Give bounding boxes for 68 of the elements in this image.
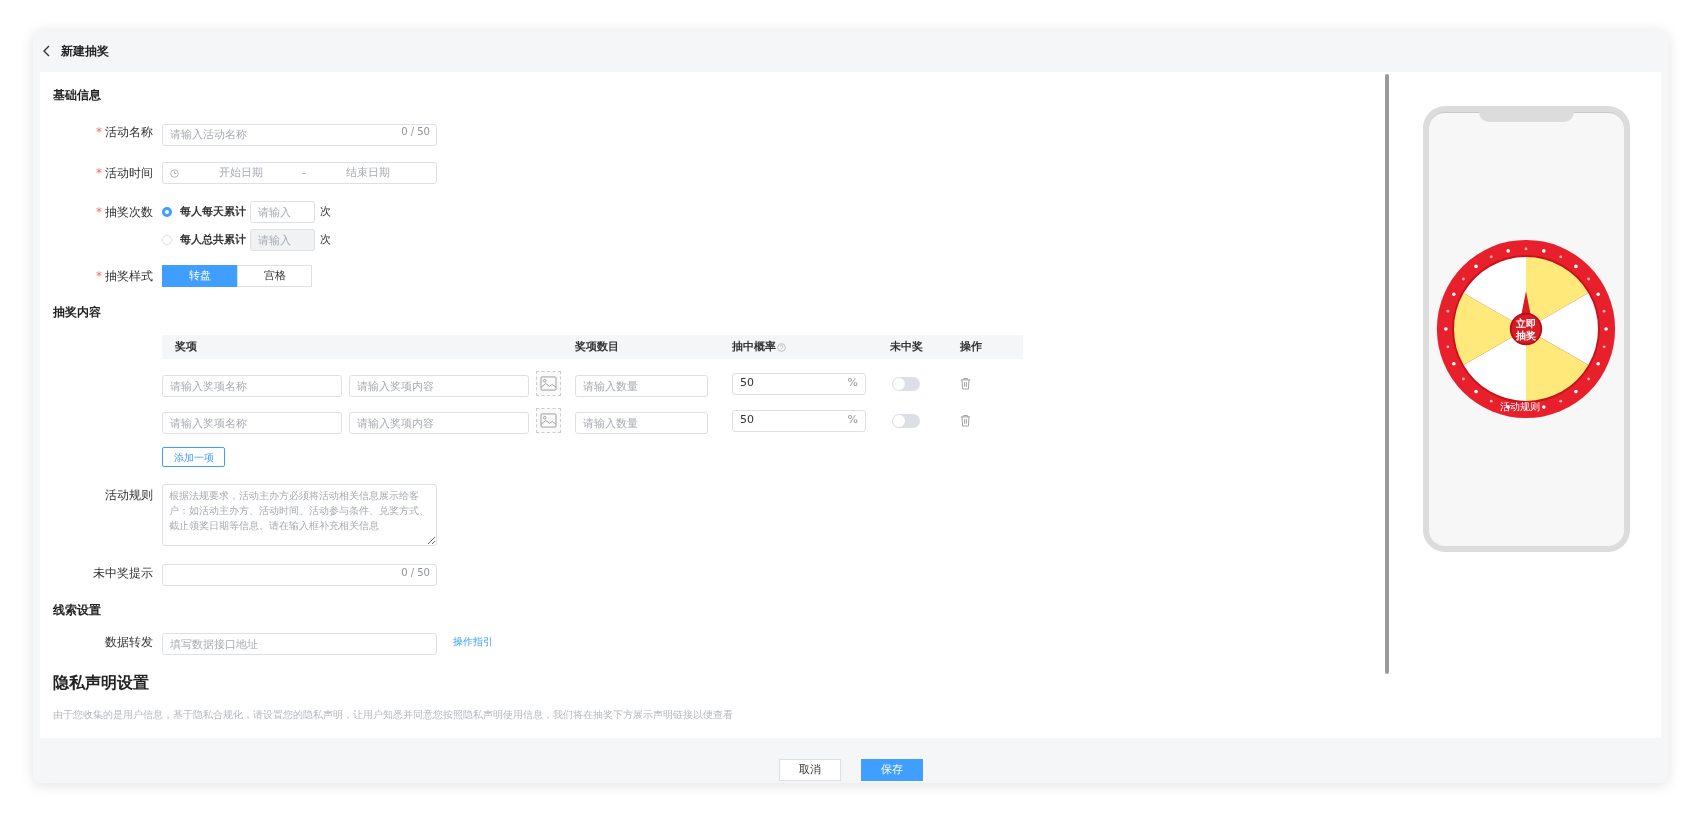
- unit-label: 次: [320, 231, 331, 248]
- input-field[interactable]: [162, 564, 437, 586]
- input-field[interactable]: 请输入奖项名称: [162, 412, 342, 434]
- section-title: 线索设置: [53, 601, 102, 619]
- image-upload[interactable]: [536, 408, 561, 433]
- column-header: 抽中概率: [732, 338, 776, 355]
- required-mark: *: [96, 204, 102, 221]
- toggle-switch[interactable]: [892, 413, 920, 428]
- trash-icon[interactable]: [960, 414, 971, 427]
- save-button[interactable]: 保存: [860, 759, 923, 781]
- field-label: 抽奖样式: [105, 268, 153, 285]
- probability-field[interactable]: 50 %: [732, 409, 866, 432]
- start-draw-label[interactable]: 立即: [1516, 318, 1536, 330]
- image-upload[interactable]: [536, 371, 561, 396]
- section-title: 隐私声明设置: [53, 671, 150, 694]
- guide-link[interactable]: 操作指引: [453, 634, 493, 649]
- input-field[interactable]: 填写数据接口地址: [162, 633, 437, 655]
- help-icon[interactable]: [777, 342, 786, 352]
- field-label: 活动名称: [105, 124, 153, 141]
- probability-value: 50: [740, 412, 755, 429]
- field-label: 活动时间: [105, 165, 153, 182]
- probability-value: 50: [740, 375, 755, 392]
- field-label: 活动规则: [105, 486, 153, 504]
- start-date-placeholder: 开始日期: [217, 164, 264, 181]
- rules-textarea[interactable]: 根据法规要求，活动主办方必须将活动相关信息展示给客户：如活动主办方、活动时间、活动参与条件、兑奖方式、截止领奖日期等信息。请在输入框补充相关信息: [162, 483, 437, 546]
- input-field[interactable]: 请输入奖项内容: [349, 375, 529, 397]
- range-separator: -: [302, 164, 306, 181]
- rules-label[interactable]: 活动规则: [1500, 401, 1540, 413]
- probability-field[interactable]: 50 %: [732, 372, 866, 395]
- required-mark: *: [96, 165, 102, 182]
- input-field[interactable]: 请输入奖项名称: [162, 375, 342, 397]
- input-field[interactable]: 请输入奖项内容: [349, 412, 529, 434]
- radio-button[interactable]: [162, 235, 172, 245]
- field-label: 数据转发: [105, 633, 153, 651]
- char-counter: 0 / 50: [401, 126, 430, 138]
- column-header: 奖项: [174, 338, 198, 355]
- unit-label: 次: [320, 203, 331, 220]
- section-title: 基础信息: [53, 87, 102, 104]
- input-field[interactable]: 请输入数量: [575, 375, 708, 397]
- required-mark: *: [96, 124, 102, 141]
- image-icon: [540, 376, 557, 391]
- section-title: 抽奖内容: [53, 304, 102, 321]
- field-label: 抽奖次数: [105, 204, 153, 221]
- percent-unit: %: [847, 412, 858, 429]
- column-header: 奖项数目: [575, 338, 620, 355]
- percent-unit: %: [847, 375, 858, 392]
- image-icon: [540, 413, 557, 428]
- add-item-button[interactable]: 添加一项: [162, 447, 225, 467]
- cancel-button[interactable]: 取消: [778, 759, 841, 781]
- style-tab[interactable]: 宫格: [237, 265, 312, 287]
- input-field[interactable]: 请输入: [250, 201, 315, 223]
- column-header: 未中奖: [890, 338, 924, 355]
- start-draw-label[interactable]: 抽奖: [1516, 330, 1536, 342]
- required-mark: *: [96, 268, 102, 285]
- toggle-switch[interactable]: [892, 376, 920, 391]
- radio-label: 每人总共累计: [180, 231, 246, 248]
- radio-button[interactable]: [162, 207, 172, 217]
- trash-icon[interactable]: [960, 377, 971, 390]
- clock-icon: [170, 168, 179, 178]
- radio-label: 每人每天累计: [180, 203, 246, 220]
- style-tab[interactable]: 转盘: [162, 265, 237, 287]
- char-counter: 0 / 50: [401, 566, 430, 579]
- end-date-placeholder: 结束日期: [344, 164, 391, 181]
- column-header: 操作: [960, 338, 982, 355]
- input-field[interactable]: 请输入数量: [575, 412, 708, 434]
- page-title: 新建抽奖: [61, 43, 109, 60]
- field-label: 未中奖提示: [93, 564, 153, 582]
- privacy-description: 由于您收集的是用户信息，基于隐私合规化，请设置您的隐私声明，让用户知悉并同意您按照隐私声明使用信息，我们将在抽奖下方展示声明链接以便查看: [53, 707, 734, 722]
